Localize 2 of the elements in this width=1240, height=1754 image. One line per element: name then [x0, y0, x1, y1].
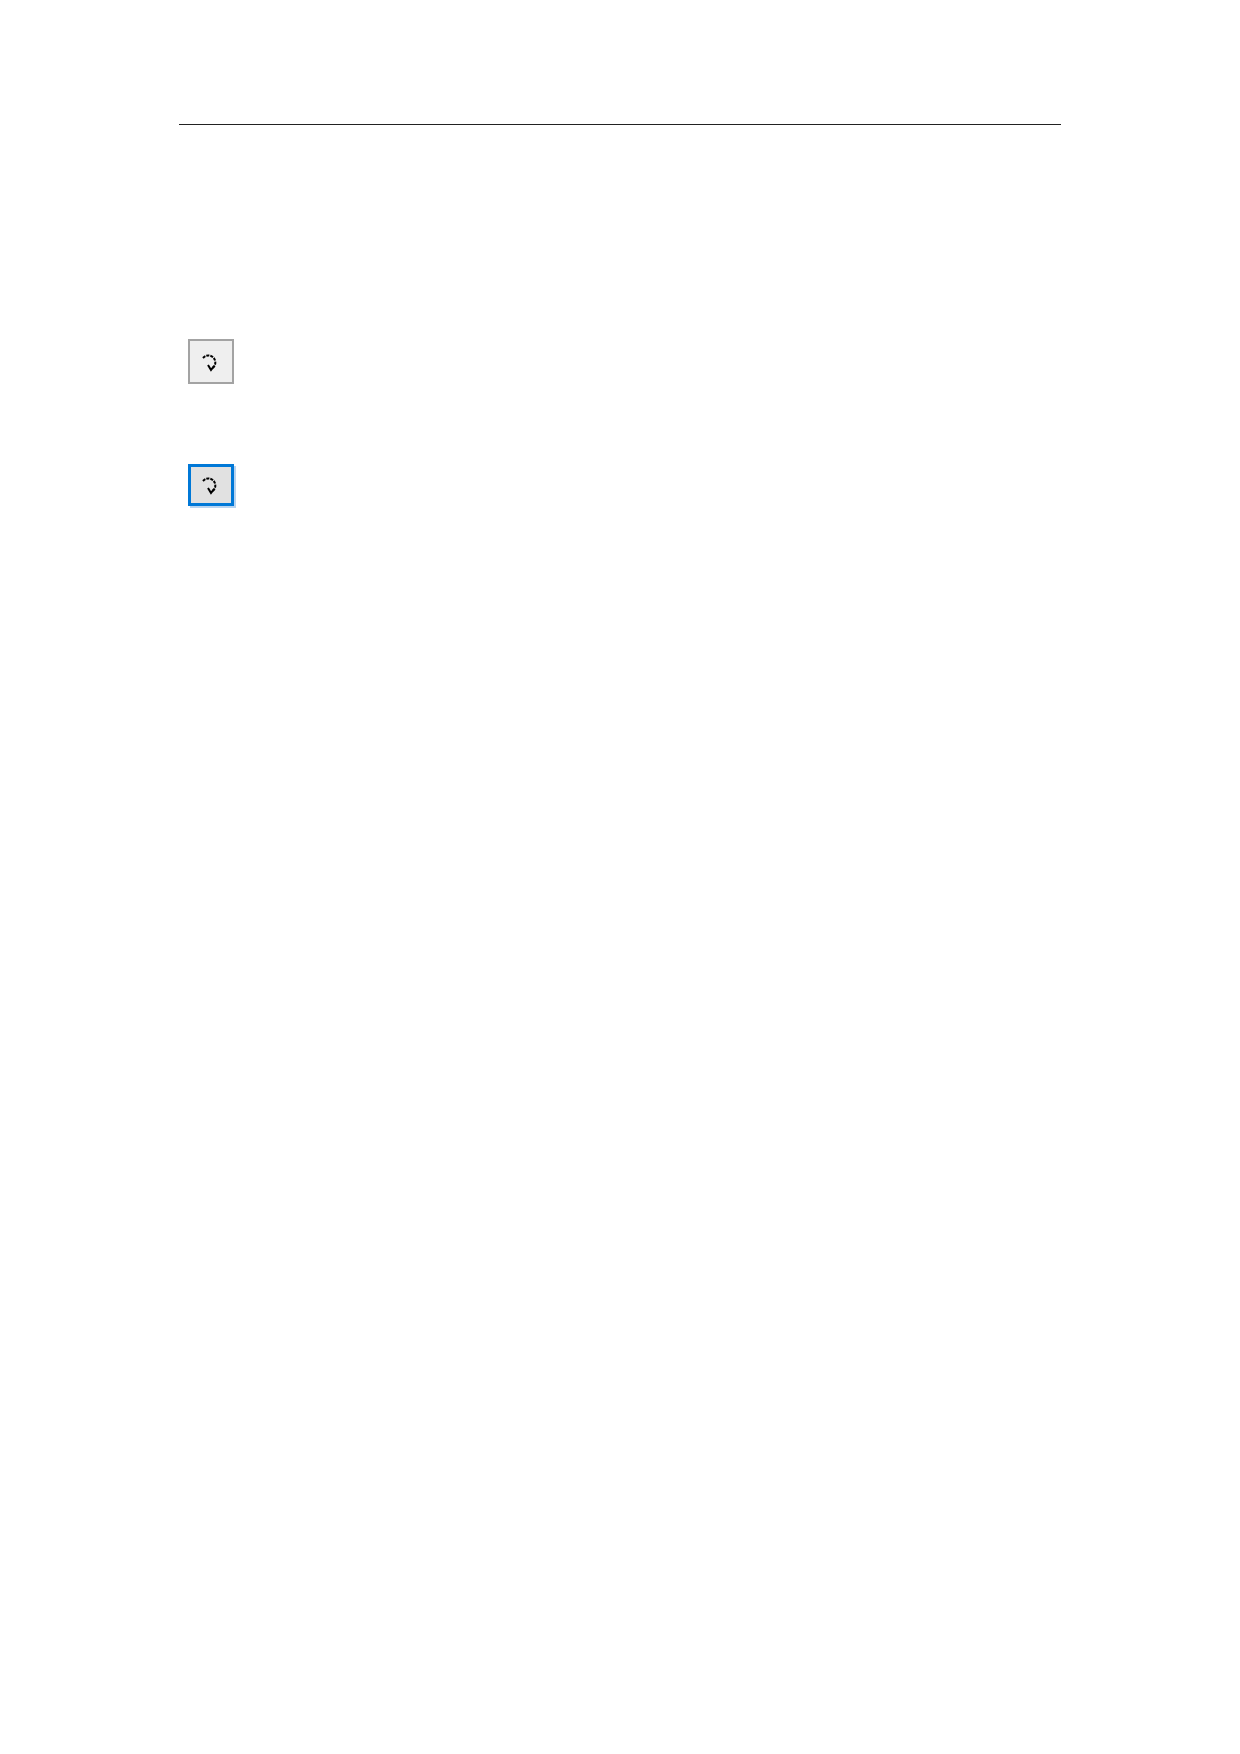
redo-button[interactable]	[188, 339, 234, 384]
redo-button[interactable]	[188, 464, 234, 506]
